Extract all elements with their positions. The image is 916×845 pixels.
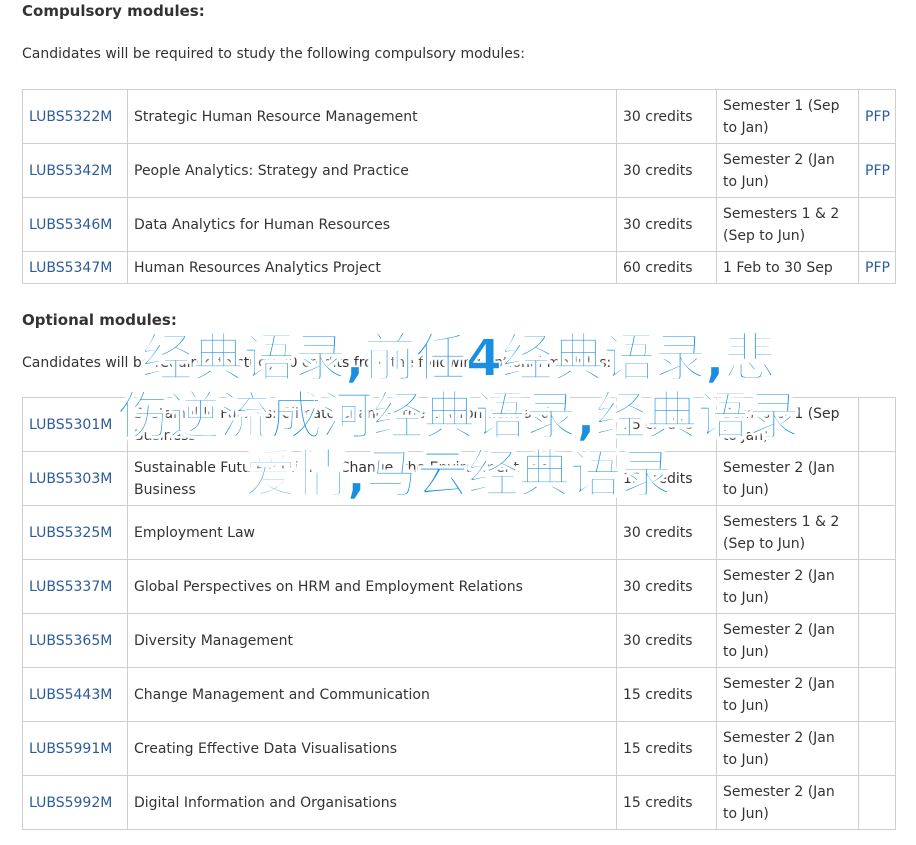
module-credits: 30 credits	[616, 143, 717, 198]
compulsory-modules-table: LUBS5322M Strategic Human Resource Manag…	[22, 89, 896, 284]
module-title: Diversity Management	[127, 613, 617, 668]
module-title: Sustainable Futures: Climate Change, the…	[127, 451, 617, 506]
module-credits: 30 credits	[616, 89, 717, 144]
pfp-cell: PFP	[858, 89, 896, 144]
pfp-cell: PFP	[858, 143, 896, 198]
module-period: Semester 2 (Jan to Jun)	[716, 721, 859, 776]
module-period: Semester 2 (Jan to Jun)	[716, 143, 859, 198]
module-code-link[interactable]: LUBS5991M	[29, 741, 112, 757]
table-row: LUBS5443M Change Management and Communic…	[22, 667, 896, 722]
table-row: LUBS5992M Digital Information and Organi…	[22, 775, 896, 830]
module-period: Semester 2 (Jan to Jun)	[716, 559, 859, 614]
module-code-link[interactable]: LUBS5337M	[29, 579, 112, 595]
module-credits: 30 credits	[616, 559, 717, 614]
table-row: LUBS5301M Sustainable Futures: Climate C…	[22, 397, 896, 452]
module-credits: 30 credits	[616, 505, 717, 560]
module-credits: 60 credits	[616, 251, 717, 284]
module-code-link[interactable]: LUBS5301M	[29, 417, 112, 433]
module-title: Employment Law	[127, 505, 617, 560]
module-credits: 15 credits	[616, 775, 717, 830]
module-credits: 15 credits	[616, 451, 717, 506]
module-title: Data Analytics for Human Resources	[127, 197, 617, 252]
compulsory-heading: Compulsory modules:	[22, 2, 205, 20]
module-code-cell: LUBS5337M	[22, 559, 128, 614]
module-credits: 15 credits	[616, 397, 717, 452]
module-credits: 30 credits	[616, 613, 717, 668]
pfp-link[interactable]: PFP	[865, 109, 890, 125]
pfp-link[interactable]: PFP	[865, 260, 890, 276]
table-row: LUBS5325M Employment Law 30 credits Seme…	[22, 505, 896, 560]
module-code-cell: LUBS5322M	[22, 89, 128, 144]
module-period: Semester 2 (Jan to Jun)	[716, 451, 859, 506]
pfp-cell	[858, 397, 896, 452]
pfp-cell	[858, 197, 896, 252]
table-row: LUBS5342M People Analytics: Strategy and…	[22, 143, 896, 198]
module-period: Semester 1 (Sep to Jan)	[716, 89, 859, 144]
module-code-link[interactable]: LUBS5992M	[29, 795, 112, 811]
module-code-cell: LUBS5303M	[22, 451, 128, 506]
module-code-link[interactable]: LUBS5342M	[29, 163, 112, 179]
module-title: Digital Information and Organisations	[127, 775, 617, 830]
module-title: Change Management and Communication	[127, 667, 617, 722]
pfp-cell	[858, 667, 896, 722]
module-period: 1 Feb to 30 Sep	[716, 251, 859, 284]
pfp-cell	[858, 505, 896, 560]
module-code-cell: LUBS5347M	[22, 251, 128, 284]
table-row: LUBS5337M Global Perspectives on HRM and…	[22, 559, 896, 614]
module-period: Semester 2 (Jan to Jun)	[716, 775, 859, 830]
pfp-link[interactable]: PFP	[865, 163, 890, 179]
module-code-link[interactable]: LUBS5303M	[29, 471, 112, 487]
table-row: LUBS5303M Sustainable Futures: Climate C…	[22, 451, 896, 506]
module-code-link[interactable]: LUBS5325M	[29, 525, 112, 541]
module-title: People Analytics: Strategy and Practice	[127, 143, 617, 198]
module-title: Strategic Human Resource Management	[127, 89, 617, 144]
optional-intro: Candidates will be required to study 30 …	[22, 355, 612, 371]
module-code-cell: LUBS5342M	[22, 143, 128, 198]
module-code-link[interactable]: LUBS5347M	[29, 260, 112, 276]
module-title: Creating Effective Data Visualisations	[127, 721, 617, 776]
module-period: Semesters 1 & 2 (Sep to Jun)	[716, 197, 859, 252]
module-code-cell: LUBS5346M	[22, 197, 128, 252]
optional-heading: Optional modules:	[22, 311, 177, 329]
table-row: LUBS5322M Strategic Human Resource Manag…	[22, 89, 896, 144]
module-period: Semester 1 (Sep to Jan)	[716, 397, 859, 452]
module-code-link[interactable]: LUBS5365M	[29, 633, 112, 649]
module-period: Semester 2 (Jan to Jun)	[716, 613, 859, 668]
optional-modules-table: LUBS5301M Sustainable Futures: Climate C…	[22, 397, 896, 830]
module-code-cell: LUBS5301M	[22, 397, 128, 452]
module-code-cell: LUBS5365M	[22, 613, 128, 668]
module-code-cell: LUBS5443M	[22, 667, 128, 722]
module-title: Human Resources Analytics Project	[127, 251, 617, 284]
module-title: Sustainable Futures: Climate Change, the…	[127, 397, 617, 452]
module-code-cell: LUBS5325M	[22, 505, 128, 560]
table-row: LUBS5365M Diversity Management 30 credit…	[22, 613, 896, 668]
pfp-cell	[858, 559, 896, 614]
table-row: LUBS5347M Human Resources Analytics Proj…	[22, 251, 896, 284]
pfp-cell	[858, 451, 896, 506]
table-row: LUBS5346M Data Analytics for Human Resou…	[22, 197, 896, 252]
table-row: LUBS5991M Creating Effective Data Visual…	[22, 721, 896, 776]
module-title: Global Perspectives on HRM and Employmen…	[127, 559, 617, 614]
pfp-cell	[858, 721, 896, 776]
module-period: Semester 2 (Jan to Jun)	[716, 667, 859, 722]
pfp-cell: PFP	[858, 251, 896, 284]
module-code-link[interactable]: LUBS5443M	[29, 687, 112, 703]
module-code-link[interactable]: LUBS5322M	[29, 109, 112, 125]
compulsory-intro: Candidates will be required to study the…	[22, 46, 525, 62]
pfp-cell	[858, 613, 896, 668]
module-code-link[interactable]: LUBS5346M	[29, 217, 112, 233]
module-code-cell: LUBS5991M	[22, 721, 128, 776]
pfp-cell	[858, 775, 896, 830]
module-credits: 15 credits	[616, 667, 717, 722]
module-period: Semesters 1 & 2 (Sep to Jun)	[716, 505, 859, 560]
module-code-cell: LUBS5992M	[22, 775, 128, 830]
module-credits: 30 credits	[616, 197, 717, 252]
module-credits: 15 credits	[616, 721, 717, 776]
